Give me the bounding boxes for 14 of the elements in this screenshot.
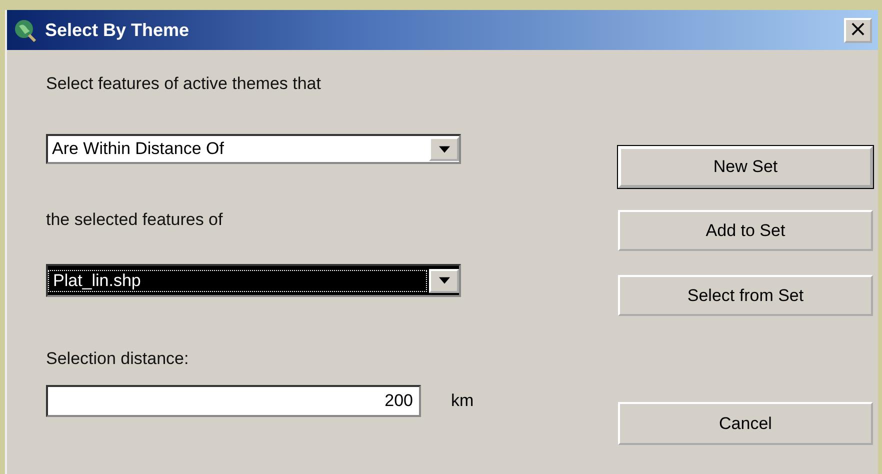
distance-field[interactable]: 200	[46, 385, 421, 417]
window-title: Select By Theme	[45, 20, 190, 40]
distance-label: Selection distance:	[46, 349, 190, 369]
dialog-button[interactable]: Cancel	[618, 402, 873, 445]
dropdown[interactable]: Are Within Distance Of	[46, 134, 461, 164]
dialog-button[interactable]: Add to Set	[618, 210, 873, 251]
globe-icon	[13, 18, 37, 42]
theme-label: the selected features of	[46, 210, 224, 230]
unit-label: km	[451, 391, 474, 411]
dialog-button[interactable]: Select from Set	[618, 275, 873, 316]
prompt-label: Select features of active themes that	[46, 74, 322, 94]
dialog-button[interactable]: New Set	[618, 146, 873, 188]
close-button[interactable]: ×	[844, 18, 872, 42]
dropdown[interactable]: Plat_lin.shp	[46, 264, 461, 297]
